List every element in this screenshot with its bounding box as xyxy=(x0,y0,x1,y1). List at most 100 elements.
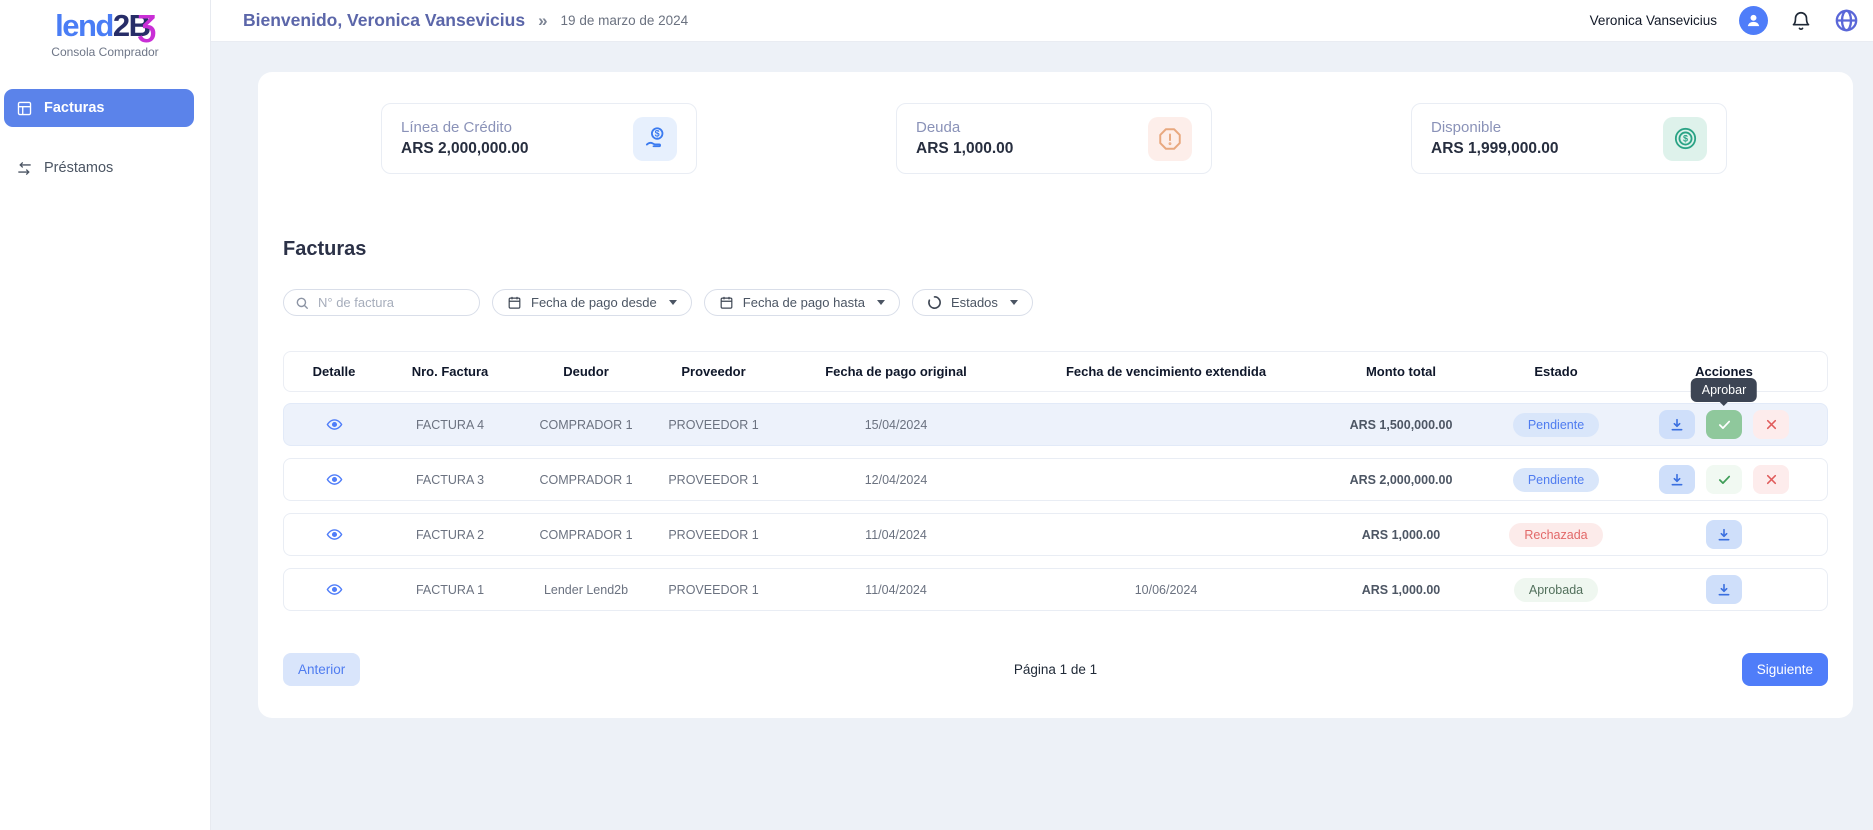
column-header: Fecha de vencimiento extendida xyxy=(1021,364,1311,379)
status-badge: Pendiente xyxy=(1513,468,1599,492)
svg-text:$: $ xyxy=(1682,134,1687,144)
card-value: ARS 1,999,000.00 xyxy=(1431,140,1559,158)
cell-monto-total: ARS 1,500,000.00 xyxy=(1311,418,1491,432)
next-page-button[interactable]: Siguiente xyxy=(1742,653,1828,686)
cell-monto-total: ARS 1,000.00 xyxy=(1311,528,1491,542)
check-icon xyxy=(1717,417,1732,432)
status-circle-icon xyxy=(927,295,942,310)
user-name: Veronica Vansevicius xyxy=(1590,13,1717,28)
filter-label: Estados xyxy=(951,295,998,310)
sidebar-nav: Facturas Préstamos xyxy=(0,89,210,187)
status-badge: Aprobada xyxy=(1514,578,1598,602)
view-detail-button[interactable] xyxy=(326,526,343,543)
download-button[interactable] xyxy=(1706,575,1742,604)
date-to-filter[interactable]: Fecha de pago hasta xyxy=(704,289,900,316)
user-box: Veronica Vansevicius xyxy=(1590,6,1859,35)
cell-deudor: COMPRADOR 1 xyxy=(516,528,656,542)
cell-detalle xyxy=(284,471,384,488)
cell-fecha-pago-original: 11/04/2024 xyxy=(771,528,1021,542)
content-panel: Línea de Crédito ARS 2,000,000.00 $ Deud… xyxy=(258,72,1853,718)
cell-fecha-pago-original: 11/04/2024 xyxy=(771,583,1021,597)
approve-button[interactable] xyxy=(1706,410,1742,439)
states-filter[interactable]: Estados xyxy=(912,289,1033,316)
approve-button[interactable] xyxy=(1706,465,1742,494)
column-header: Detalle xyxy=(284,364,384,379)
credit-line-card: Línea de Crédito ARS 2,000,000.00 $ xyxy=(381,103,697,174)
previous-page-button[interactable]: Anterior xyxy=(283,653,360,686)
cell-detalle xyxy=(284,526,384,543)
cell-estado: Rechazada xyxy=(1491,523,1621,547)
row-actions xyxy=(1659,465,1789,494)
cell-fecha-vencimiento-extendida: 10/06/2024 xyxy=(1021,583,1311,597)
hand-coin-icon: $ xyxy=(633,117,677,161)
svg-text:$: $ xyxy=(654,129,659,139)
filters-bar: Fecha de pago desde Fecha de pago hasta xyxy=(283,289,1853,316)
table-row: FACTURA 2COMPRADOR 1PROVEEDOR 111/04/202… xyxy=(283,513,1828,556)
chevron-down-icon xyxy=(877,300,885,305)
check-icon xyxy=(1717,472,1732,487)
page-info: Página 1 de 1 xyxy=(1014,662,1097,677)
bell-icon[interactable] xyxy=(1790,10,1812,32)
cell-deudor: COMPRADOR 1 xyxy=(516,418,656,432)
date-from-filter[interactable]: Fecha de pago desde xyxy=(492,289,692,316)
cell-proveedor: PROVEEDOR 1 xyxy=(656,528,771,542)
reject-button[interactable] xyxy=(1753,410,1789,439)
brand-logo: lend2BƷ xyxy=(0,10,210,41)
table-row: FACTURA 3COMPRADOR 1PROVEEDOR 112/04/202… xyxy=(283,458,1828,501)
reject-button[interactable] xyxy=(1753,465,1789,494)
chevron-down-icon xyxy=(669,300,677,305)
brand-subtitle: Consola Comprador xyxy=(0,45,210,59)
card-title: Línea de Crédito xyxy=(401,119,529,136)
download-icon xyxy=(1716,582,1732,598)
coins-icon: $ xyxy=(1663,117,1707,161)
invoice-search xyxy=(283,289,480,316)
download-button[interactable] xyxy=(1706,520,1742,549)
welcome-title: Bienvenido, Veronica Vansevicius xyxy=(243,10,525,31)
debt-card: Deuda ARS 1,000.00 xyxy=(896,103,1212,174)
invoice-icon xyxy=(16,100,33,117)
summary-cards: Línea de Crédito ARS 2,000,000.00 $ Deud… xyxy=(258,72,1853,174)
top-bar: Bienvenido, Veronica Vansevicius » 19 de… xyxy=(211,0,1873,42)
table-header: DetalleNro. FacturaDeudorProveedorFecha … xyxy=(283,351,1828,392)
logo-accent-glyph: Ʒ xyxy=(137,8,154,43)
sidebar-item-prestamos[interactable]: Préstamos xyxy=(4,149,194,187)
card-title: Disponible xyxy=(1431,119,1559,136)
app-root: lend2BƷ Consola Comprador Facturas Prést… xyxy=(0,0,1873,830)
header-date: 19 de marzo de 2024 xyxy=(561,13,689,28)
cell-nro-factura: FACTURA 1 xyxy=(384,583,516,597)
filter-label: Fecha de pago hasta xyxy=(743,295,865,310)
cell-estado: Aprobada xyxy=(1491,578,1621,602)
view-detail-button[interactable] xyxy=(326,416,343,433)
eye-icon xyxy=(326,471,343,488)
x-icon xyxy=(1765,418,1778,431)
cell-nro-factura: FACTURA 2 xyxy=(384,528,516,542)
alert-octagon-icon xyxy=(1148,117,1192,161)
column-header: Proveedor xyxy=(656,364,771,379)
table-row: FACTURA 1Lender Lend2bPROVEEDOR 111/04/2… xyxy=(283,568,1828,611)
cell-fecha-pago-original: 15/04/2024 xyxy=(771,418,1021,432)
sidebar: lend2BƷ Consola Comprador Facturas Prést… xyxy=(0,0,211,830)
card-value: ARS 1,000.00 xyxy=(916,140,1013,158)
globe-icon[interactable] xyxy=(1834,8,1859,33)
search-input[interactable] xyxy=(316,294,468,311)
download-icon xyxy=(1716,527,1732,543)
cell-nro-factura: FACTURA 3 xyxy=(384,473,516,487)
status-badge: Rechazada xyxy=(1509,523,1602,547)
row-actions xyxy=(1706,575,1742,604)
download-button[interactable] xyxy=(1659,410,1695,439)
column-header: Acciones xyxy=(1621,364,1827,379)
calendar-icon xyxy=(507,295,522,310)
pagination: Anterior Página 1 de 1 Siguiente xyxy=(283,653,1828,686)
view-detail-button[interactable] xyxy=(326,471,343,488)
cell-detalle xyxy=(284,581,384,598)
view-detail-button[interactable] xyxy=(326,581,343,598)
eye-icon xyxy=(326,416,343,433)
transfer-arrows-icon xyxy=(16,160,33,177)
cell-estado: Pendiente xyxy=(1491,413,1621,437)
avatar[interactable] xyxy=(1739,6,1768,35)
column-header: Deudor xyxy=(516,364,656,379)
sidebar-item-facturas[interactable]: Facturas xyxy=(4,89,194,127)
main-area: Bienvenido, Veronica Vansevicius » 19 de… xyxy=(211,0,1873,830)
download-button[interactable] xyxy=(1659,465,1695,494)
column-header: Monto total xyxy=(1311,364,1491,379)
